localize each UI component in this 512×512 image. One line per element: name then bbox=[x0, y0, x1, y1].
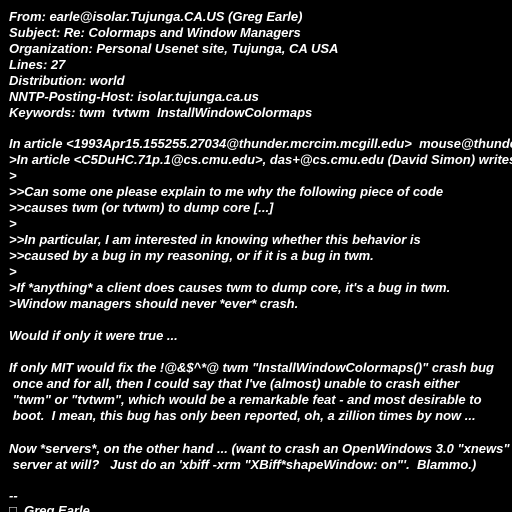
header-distribution: Distribution: world bbox=[9, 73, 125, 88]
header-keywords: Keywords: twm tvtwm InstallWindowColorma… bbox=[9, 105, 313, 120]
header-subject: Subject: Re: Colormaps and Window Manage… bbox=[9, 25, 301, 40]
reply-line: "twm" or "tvtwm", which would be a remar… bbox=[9, 392, 482, 407]
header-organization: Organization: Personal Usenet site, Tuju… bbox=[9, 41, 339, 56]
quoted-line: > bbox=[9, 168, 17, 183]
quoted-line: >Window managers should never *ever* cra… bbox=[9, 296, 299, 311]
quoted-line: >>causes twm (or tvtwm) to dump core [..… bbox=[9, 200, 274, 215]
quoted-line: >If *anything* a client does causes twm … bbox=[9, 280, 451, 295]
quoted-line: >In article <C5DuHC.71p.1@cs.cmu.edu>, d… bbox=[9, 152, 512, 167]
signature-separator: -- bbox=[9, 488, 18, 503]
header-from: From: earle@isolar.Tujunga.CA.US (Greg E… bbox=[9, 9, 303, 24]
usenet-article: From: earle@isolar.Tujunga.CA.US (Greg E… bbox=[0, 0, 512, 512]
reply-line: Now *servers*, on the other hand ... (wa… bbox=[9, 441, 510, 456]
quoted-line: >>caused by a bug in my reasoning, or if… bbox=[9, 248, 374, 263]
quoted-line: In article <1993Apr15.155255.27034@thund… bbox=[9, 136, 512, 151]
reply-line: once and for all, then I could say that … bbox=[9, 376, 460, 391]
signature-name: □ Greg Earle bbox=[9, 503, 90, 512]
reply-paragraph-1: Would if only it were true ... bbox=[9, 328, 178, 343]
quoted-line: > bbox=[9, 264, 17, 279]
header-lines: Lines: 27 bbox=[9, 57, 66, 72]
quoted-line: >>Can some one please explain to me why … bbox=[9, 184, 444, 199]
quoted-line: >>In particular, I am interested in know… bbox=[9, 232, 421, 247]
quoted-line: > bbox=[9, 216, 17, 231]
reply-line: If only MIT would fix the !@&$^*@ twm "I… bbox=[9, 360, 494, 375]
header-nntp-host: NNTP-Posting-Host: isolar.tujunga.ca.us bbox=[9, 89, 259, 104]
reply-line: server at will? Just do an 'xbiff -xrm "… bbox=[9, 457, 477, 472]
reply-line: boot. I mean, this bug has only been rep… bbox=[9, 408, 476, 423]
